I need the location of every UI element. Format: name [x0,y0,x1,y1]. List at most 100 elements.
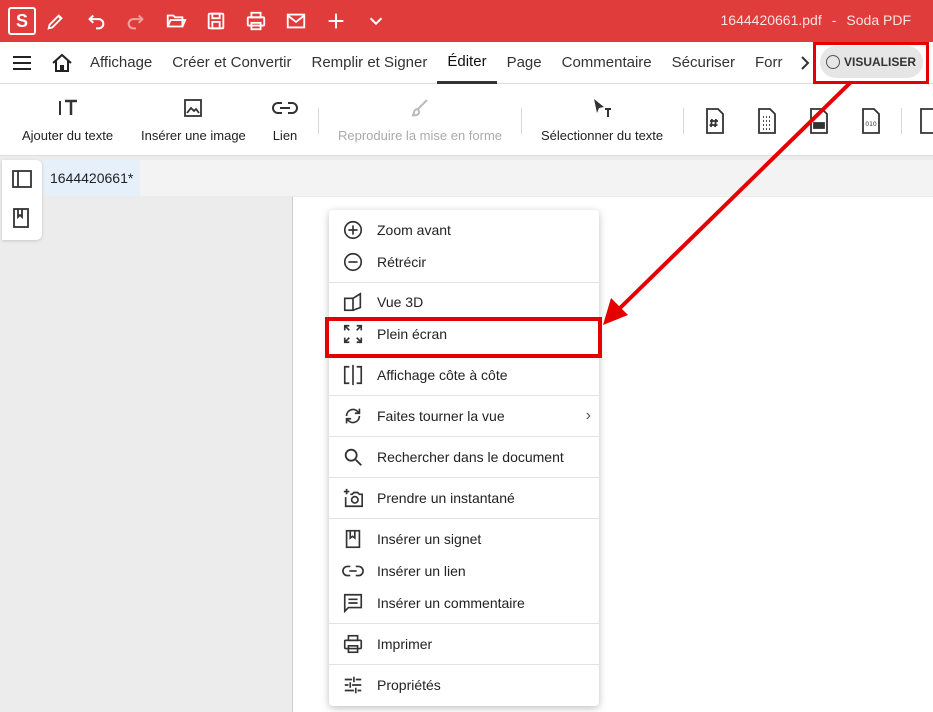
menu-item-label: Insérer un signet [377,531,482,547]
bookmark-icon [329,528,377,550]
mail-icon[interactable] [276,0,316,42]
view-context-menu: Zoom avant Rétrécir Vue 3D Plein écran A… [329,210,599,706]
tab-commentaire[interactable]: Commentaire [552,42,662,84]
menu-divider [329,436,599,437]
highlight-box-visualiser [813,42,929,84]
camera-plus-icon [329,487,377,509]
print-icon [329,633,377,655]
open-folder-icon[interactable] [156,0,196,42]
view-3d-icon [329,291,377,313]
menu-divider [329,477,599,478]
bates-number-icon[interactable] [702,106,728,136]
toolbar-divider [521,108,522,134]
image-icon [183,94,203,122]
menu-divider [329,664,599,665]
menu-item-view-3d[interactable]: Vue 3D [329,286,599,318]
format-painter-button[interactable]: Reproduire la mise en forme [338,94,502,143]
menu-item-insert-link[interactable]: Insérer un lien [329,555,599,587]
menu-item-label: Propriétés [377,677,441,693]
toolbar-divider [683,108,684,134]
app-logo[interactable]: S [8,7,36,35]
highlight-box-fullscreen [325,317,602,358]
add-text-button[interactable]: Ajouter du texte [22,94,113,143]
menu-item-label: Imprimer [377,636,433,652]
add-text-label: Ajouter du texte [22,128,114,143]
header-footer-icon[interactable] [754,106,780,136]
tab-remplir-signer[interactable]: Remplir et Signer [301,42,437,84]
file-name: 1644420661.pdf [720,12,822,28]
svg-text:010: 010 [865,121,877,128]
soda-pdf-window: S 1644420661.pdf - Soda PDF Affichage Cr… [0,0,933,712]
tab-securiser[interactable]: Sécuriser [662,42,745,84]
tab-creer-convertir[interactable]: Créer et Convertir [162,42,301,84]
format-painter-label: Reproduire la mise en forme [338,128,503,143]
workspace-background [0,197,292,712]
menu-item-zoom-in[interactable]: Zoom avant [329,214,599,246]
menu-divider [329,623,599,624]
side-by-side-icon [329,364,377,386]
menu-item-print[interactable]: Imprimer [329,628,599,660]
toolbar-divider [901,108,902,134]
menu-item-insert-bookmark[interactable]: Insérer un signet [329,523,599,555]
pen-icon[interactable] [36,0,76,42]
tab-editer[interactable]: Éditer [437,42,497,84]
menu-item-insert-comment[interactable]: Insérer un commentaire [329,587,599,619]
menu-item-label: Rétrécir [377,254,427,270]
menu-item-rotate-view[interactable]: Faites tourner la vue › [329,400,599,432]
menu-item-label: Affichage côte à côte [377,367,508,383]
home-icon[interactable] [44,42,80,84]
select-text-label: Sélectionner du texte [541,128,664,143]
app-name: Soda PDF [846,12,911,28]
menu-item-label: Vue 3D [377,294,424,310]
search-icon [329,446,377,468]
menu-item-label: Zoom avant [377,222,451,238]
plus-icon[interactable] [316,0,356,42]
insert-image-label: Insérer une image [141,128,246,143]
edit-toolbar: Ajouter du texte Insérer une image Lien … [0,84,933,156]
menu-item-zoom-out[interactable]: Rétrécir [329,246,599,278]
menu-item-label: Insérer un commentaire [377,595,525,611]
undo-icon[interactable] [76,0,116,42]
redo-icon[interactable] [116,0,156,42]
menu-item-label: Faites tourner la vue [377,408,505,424]
link-icon [329,560,377,582]
bookmarks-panel-icon[interactable] [12,208,32,228]
print-icon[interactable] [236,0,276,42]
select-text-button[interactable]: Sélectionner du texte [541,94,663,143]
tab-page[interactable]: Page [497,42,552,84]
brush-icon [409,94,431,122]
watermark-icon[interactable] [806,106,832,136]
chevron-down-icon[interactable] [356,0,396,42]
binary-file-icon[interactable]: 010 [858,106,884,136]
insert-image-button[interactable]: Insérer une image [141,94,246,143]
zoom-out-icon [329,251,377,273]
menu-divider [329,518,599,519]
title-separator: - [831,12,837,28]
zoom-in-icon [329,219,377,241]
hamburger-menu-icon[interactable] [0,42,44,84]
submenu-chevron-icon: › [585,407,591,424]
link-button[interactable]: Lien [272,94,298,143]
menu-item-properties[interactable]: Propriétés [329,669,599,701]
panel-toggle-icon[interactable] [12,170,32,190]
menu-item-label: Insérer un lien [377,563,466,579]
menu-item-snapshot[interactable]: Prendre un instantané [329,482,599,514]
left-side-panel [2,160,42,240]
menu-item-side-by-side[interactable]: Affichage côte à côte [329,359,599,391]
comment-icon [329,592,377,614]
window-title: 1644420661.pdf - Soda PDF [711,12,911,28]
menu-item-label: Rechercher dans le document [377,449,564,465]
menu-item-label: Prendre un instantané [377,490,515,506]
document-tab[interactable]: 1644420661* [44,160,140,196]
text-cursor-icon [57,94,79,122]
save-icon[interactable] [196,0,236,42]
document-tabstrip [44,160,933,196]
tab-affichage[interactable]: Affichage [80,42,162,84]
link-label: Lien [272,128,298,143]
menu-item-search-document[interactable]: Rechercher dans le document [329,441,599,473]
title-bar: S 1644420661.pdf - Soda PDF [0,0,933,42]
select-text-cursor-icon [591,94,613,122]
tab-formulaires[interactable]: Forr [745,42,793,84]
rotate-icon [329,405,377,427]
more-tools-icon[interactable] [916,106,933,136]
